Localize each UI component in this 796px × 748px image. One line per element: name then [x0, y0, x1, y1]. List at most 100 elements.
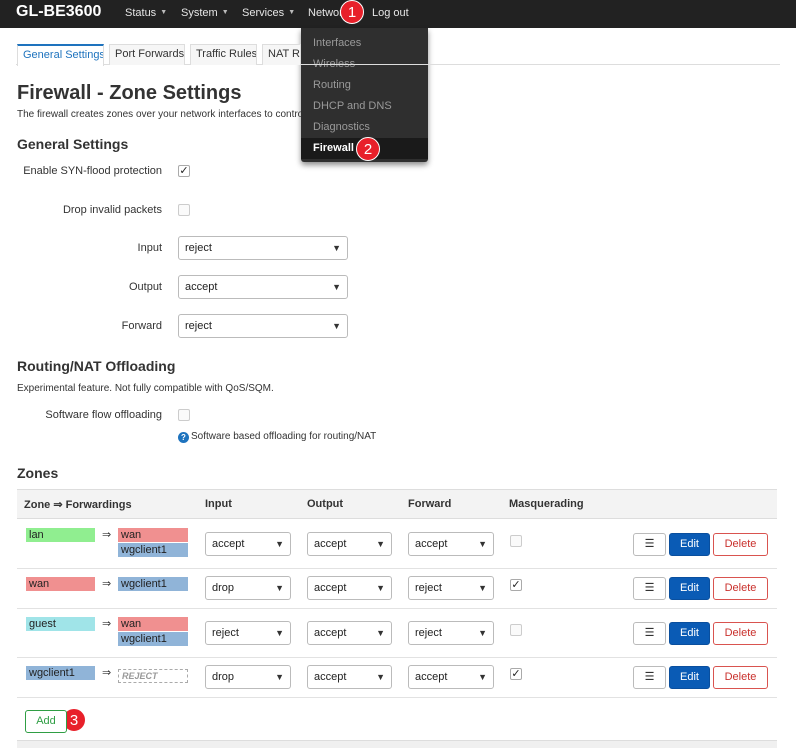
tab-general-settings[interactable]: General Settings: [17, 44, 104, 66]
zone-input-select[interactable]: reject ▼: [205, 620, 291, 645]
masquerading-checkbox[interactable]: [510, 623, 522, 636]
zone-forward-select[interactable]: accept ▼: [408, 665, 494, 689]
row-divider: [17, 568, 777, 569]
forward-arrow-icon: ⇒: [102, 529, 112, 541]
zone-output-select[interactable]: accept ▼: [307, 620, 392, 645]
chevron-down-icon: ▼: [478, 583, 487, 593]
syn-flood-checkbox[interactable]: ✓: [178, 165, 190, 177]
edit-zone-button[interactable]: Edit: [669, 577, 710, 600]
nav-services[interactable]: Services ▼: [242, 0, 295, 28]
nav-system[interactable]: System ▼: [181, 0, 229, 28]
masquerading-checkbox[interactable]: ✓: [510, 668, 522, 680]
nav-logout[interactable]: Log out: [372, 0, 409, 28]
menu-item-interfaces[interactable]: Interfaces: [301, 33, 428, 54]
zone-name-badge: wgclient1: [26, 666, 95, 680]
help-icon: ?: [178, 432, 189, 443]
drop-invalid-checkbox[interactable]: [178, 204, 190, 216]
forward-dest-badge: wgclient1: [118, 543, 188, 557]
nav-system-label: System: [181, 7, 218, 19]
row-divider: [17, 697, 777, 698]
tab-traffic-rules[interactable]: Traffic Rules: [190, 44, 257, 65]
chevron-down-icon: ▼: [478, 538, 487, 549]
zone-output-select[interactable]: accept ▼: [307, 531, 392, 556]
zone-input-value: accept: [212, 537, 245, 550]
zone-output-value: accept: [314, 671, 347, 683]
edit-zone-button[interactable]: Edit: [669, 666, 710, 689]
delete-zone-button[interactable]: Delete: [713, 621, 768, 645]
chevron-down-icon: ▼: [275, 583, 284, 593]
zone-forward-value: reject: [415, 582, 442, 594]
brand-logo[interactable]: GL-BE3600: [16, 3, 101, 21]
zone-input-select[interactable]: drop ▼: [205, 665, 291, 689]
sw-offload-help-text: Software based offloading for routing/NA…: [191, 431, 377, 442]
input-policy-value: reject: [185, 242, 212, 254]
chevron-down-icon: ▼: [376, 538, 385, 549]
masquerading-checkbox[interactable]: [510, 534, 522, 547]
delete-zone-button[interactable]: Delete: [713, 577, 768, 600]
menu-item-routing[interactable]: Routing: [301, 75, 428, 96]
caret-down-icon: ▼: [288, 9, 296, 17]
chevron-down-icon: ▼: [332, 282, 341, 292]
zone-input-value: drop: [212, 582, 235, 594]
sw-offload-label: Software flow offloading: [45, 409, 162, 421]
zones-table-header: Zone ⇒ Forwardings Input Output Forward …: [17, 489, 777, 519]
zone-output-value: accept: [314, 626, 347, 639]
nav-status[interactable]: Status ▼: [125, 0, 167, 28]
zone-output-select[interactable]: accept ▼: [307, 665, 392, 689]
row-menu-button[interactable]: ☰: [633, 577, 666, 600]
row-divider: [17, 657, 777, 658]
edit-zone-button[interactable]: Edit: [669, 532, 710, 556]
chevron-down-icon: ▼: [376, 583, 385, 593]
zone-input-select[interactable]: drop ▼: [205, 576, 291, 600]
menu-item-dhcp-dns[interactable]: DHCP and DNS: [301, 96, 428, 117]
masquerading-checkbox[interactable]: ✓: [510, 579, 522, 591]
col-forward: Forward: [408, 498, 452, 510]
forward-arrow-icon: ⇒: [102, 578, 112, 590]
input-policy-select[interactable]: reject ▼: [178, 236, 348, 260]
sw-offload-checkbox[interactable]: [178, 409, 190, 421]
chevron-down-icon: ▼: [275, 538, 284, 549]
chevron-down-icon: ▼: [332, 243, 341, 253]
col-masquerading: Masquerading: [509, 498, 584, 510]
table-footer: [17, 740, 777, 748]
row-menu-button[interactable]: ☰: [633, 621, 666, 645]
zones-heading: Zones: [17, 465, 59, 481]
row-menu-button[interactable]: ☰: [633, 666, 666, 689]
zone-forward-select[interactable]: reject ▼: [408, 620, 494, 645]
zone-output-value: accept: [314, 537, 347, 550]
chevron-down-icon: ▼: [478, 672, 487, 682]
chevron-down-icon: ▼: [376, 672, 385, 682]
nav-services-label: Services: [242, 7, 285, 19]
add-zone-button[interactable]: Add: [25, 710, 67, 733]
edit-zone-button[interactable]: Edit: [669, 621, 710, 645]
zone-input-select[interactable]: accept ▼: [205, 531, 291, 556]
tab-port-forwards[interactable]: Port Forwards: [109, 44, 185, 65]
tab-nat-rules[interactable]: NAT Rules: [262, 44, 301, 65]
zone-output-select[interactable]: accept ▼: [307, 576, 392, 600]
output-policy-select[interactable]: accept ▼: [178, 275, 348, 299]
col-zone-forwardings: Zone ⇒ Forwardings: [24, 499, 132, 511]
col-output: Output: [307, 498, 344, 510]
chevron-down-icon: ▼: [332, 321, 341, 331]
forward-dest-badge: wgclient1: [118, 577, 188, 591]
zone-input-value: reject: [212, 626, 239, 639]
top-navbar: GL-BE3600 Status ▼ System ▼ Services ▼ Netw…: [0, 0, 796, 28]
offloading-heading: Routing/NAT Offloading: [17, 358, 176, 374]
forward-policy-select[interactable]: reject ▼: [178, 314, 348, 338]
forward-dest-badge: wgclient1: [118, 632, 188, 646]
delete-zone-button[interactable]: Delete: [713, 532, 768, 556]
chevron-down-icon: ▼: [275, 672, 284, 682]
zone-forward-select[interactable]: accept ▼: [408, 531, 494, 556]
forward-arrow-icon: ⇒: [102, 667, 112, 679]
zone-forward-select[interactable]: reject ▼: [408, 576, 494, 600]
delete-zone-button[interactable]: Delete: [713, 666, 768, 689]
forward-dest-badge: wan: [118, 528, 188, 542]
zone-forward-value: accept: [415, 671, 448, 683]
caret-down-icon: ▼: [221, 9, 229, 17]
zone-forward-value: reject: [415, 626, 442, 639]
output-label: Output: [128, 281, 162, 293]
page-title: Firewall - Zone Settings: [17, 82, 242, 104]
row-menu-button[interactable]: ☰: [633, 532, 666, 556]
col-input: Input: [205, 498, 232, 510]
menu-item-diagnostics[interactable]: Diagnostics: [301, 117, 428, 138]
